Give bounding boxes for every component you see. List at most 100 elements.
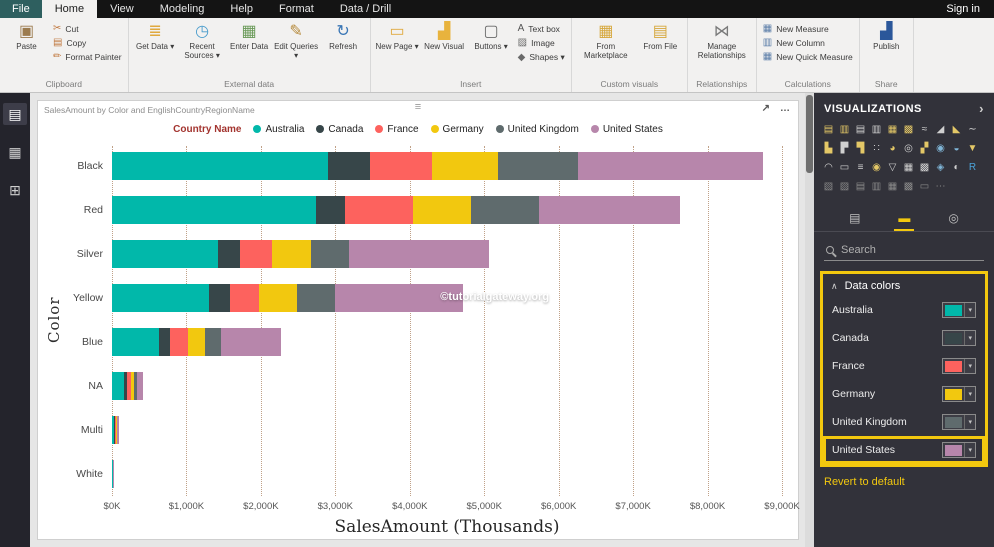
bar-multi[interactable] xyxy=(112,416,782,444)
bar-segment-canada[interactable] xyxy=(218,240,241,268)
enter-data-button[interactable]: ▦ Enter Data xyxy=(226,20,273,53)
swatch-dropdown-icon[interactable]: ▾ xyxy=(964,359,975,373)
swatch-dropdown-icon[interactable]: ▾ xyxy=(964,415,975,429)
bar-segment-france[interactable] xyxy=(170,328,188,356)
color-swatch-united-kingdom[interactable]: ▾ xyxy=(942,414,976,430)
bar-segment-australia[interactable] xyxy=(112,328,159,356)
bar-segment-france[interactable] xyxy=(345,196,413,224)
swatch-dropdown-icon[interactable]: ▾ xyxy=(964,331,975,345)
r-script-visual-icon[interactable]: R xyxy=(966,160,979,174)
shapes-button[interactable]: ◆ Shapes ▾ xyxy=(518,52,565,63)
bar-black[interactable] xyxy=(112,152,782,180)
sign-in-link[interactable]: Sign in xyxy=(932,0,994,18)
funnel-icon[interactable]: ▼ xyxy=(966,141,979,155)
legend-item-united-states[interactable]: United States xyxy=(590,124,663,135)
bar-segment-united-states[interactable] xyxy=(137,372,144,400)
tab-help[interactable]: Help xyxy=(217,0,266,18)
filled-map-icon[interactable]: ◒ xyxy=(950,141,963,155)
legend-item-united-kingdom[interactable]: United Kingdom xyxy=(495,124,579,135)
refresh-button[interactable]: ↻ Refresh xyxy=(320,20,367,53)
bar-segment-united-kingdom[interactable] xyxy=(470,196,540,224)
bar-segment-canada[interactable] xyxy=(208,284,231,312)
table-icon[interactable]: ▦ xyxy=(902,160,915,174)
bar-segment-australia[interactable] xyxy=(112,240,219,268)
bar-segment-united-states[interactable] xyxy=(117,416,119,444)
line-and-clustered-column-chart-icon[interactable]: ▛ xyxy=(838,141,851,155)
bar-segment-germany[interactable] xyxy=(272,240,311,268)
publish-button[interactable]: ▟ Publish xyxy=(863,20,910,53)
area-chart-icon[interactable]: ◢ xyxy=(934,122,947,136)
swatch-dropdown-icon[interactable]: ▾ xyxy=(964,387,975,401)
bar-segment-france[interactable] xyxy=(370,152,433,180)
format-tab[interactable]: ▬ xyxy=(894,209,915,231)
swatch-dropdown-icon[interactable]: ▾ xyxy=(964,443,975,457)
line-and-stacked-column-chart-icon[interactable]: ▙ xyxy=(822,141,835,155)
bar-segment-australia[interactable] xyxy=(112,152,328,180)
collapse-panel-icon[interactable]: › xyxy=(979,101,984,116)
copy-button[interactable]: ▤ Copy xyxy=(53,38,122,49)
get-more-visuals-icon[interactable]: ⋯ xyxy=(934,179,947,193)
from-marketplace-button[interactable]: ▦ From Marketplace xyxy=(575,20,637,62)
bar-blue[interactable] xyxy=(112,328,782,356)
tab-modeling[interactable]: Modeling xyxy=(147,0,218,18)
stacked-bar-chart-icon[interactable]: ▤ xyxy=(822,122,835,136)
revert-to-default-link[interactable]: Revert to default xyxy=(814,467,994,497)
matrix-icon[interactable]: ▩ xyxy=(918,160,931,174)
bar-segment-united-states[interactable] xyxy=(220,328,281,356)
custom-visual-1-icon[interactable]: ▧ xyxy=(822,179,835,193)
legend-item-australia[interactable]: Australia xyxy=(253,124,304,135)
recent-sources-button[interactable]: ◷ Recent Sources ▾ xyxy=(179,20,226,62)
bar-segment-canada[interactable] xyxy=(158,328,171,356)
custom-visual-4-icon[interactable]: ▥ xyxy=(870,179,883,193)
tab-data-drill[interactable]: Data / Drill xyxy=(327,0,404,18)
data-view-icon[interactable]: ▦ xyxy=(3,141,27,163)
color-swatch-united-states[interactable]: ▾ xyxy=(942,442,976,458)
image-button[interactable]: ▨ Image xyxy=(518,38,565,49)
multi-row-card-icon[interactable]: ≡ xyxy=(854,160,867,174)
bar-segment-australia[interactable] xyxy=(112,284,209,312)
tab-file[interactable]: File xyxy=(0,0,42,18)
bar-segment-australia[interactable] xyxy=(112,196,316,224)
clustered-column-chart-icon[interactable]: ▥ xyxy=(870,122,883,136)
ribbon-chart-icon[interactable]: ∼ xyxy=(966,122,979,136)
100-stacked-column-chart-icon[interactable]: ▩ xyxy=(902,122,915,136)
focus-mode-icon[interactable]: ↗ xyxy=(762,103,770,114)
custom-visual-6-icon[interactable]: ▩ xyxy=(902,179,915,193)
slicer-icon[interactable]: ▽ xyxy=(886,160,899,174)
gauge-icon[interactable]: ◠ xyxy=(822,160,835,174)
bar-red[interactable] xyxy=(112,196,782,224)
legend-item-france[interactable]: France xyxy=(375,124,419,135)
color-swatch-canada[interactable]: ▾ xyxy=(942,330,976,346)
format-painter-button[interactable]: ✏ Format Painter xyxy=(53,52,122,63)
data-colors-header[interactable]: ∧ Data colors xyxy=(823,274,985,296)
get-data-button[interactable]: ≣ Get Data ▾ xyxy=(132,20,179,53)
new-column-button[interactable]: ▥ New Column xyxy=(763,38,853,49)
bar-segment-germany[interactable] xyxy=(432,152,498,180)
100-stacked-bar-chart-icon[interactable]: ▦ xyxy=(886,122,899,136)
custom-visual-7-icon[interactable]: ▭ xyxy=(918,179,931,193)
buttons-button[interactable]: ▢ Buttons ▾ xyxy=(468,20,515,53)
bar-segment-united-kingdom[interactable] xyxy=(205,328,221,356)
custom-visual-2-icon[interactable]: ▨ xyxy=(838,179,851,193)
manage-relationships-button[interactable]: ⋈ Manage Relationships xyxy=(691,20,753,62)
edit-queries-button[interactable]: ✎ Edit Queries ▾ xyxy=(273,20,320,62)
bar-segment-germany[interactable] xyxy=(412,196,471,224)
stacked-column-chart-icon[interactable]: ▥ xyxy=(838,122,851,136)
bar-segment-germany[interactable] xyxy=(259,284,297,312)
shape-map-icon[interactable]: ◐ xyxy=(950,160,963,174)
pie-chart-icon[interactable]: ◕ xyxy=(886,141,899,155)
bar-segment-united-states[interactable] xyxy=(577,152,763,180)
new-page-button[interactable]: ▭ New Page ▾ xyxy=(374,20,421,53)
scrollbar-thumb[interactable] xyxy=(806,95,813,173)
bar-segment-united-kingdom[interactable] xyxy=(310,240,350,268)
search-box[interactable] xyxy=(824,241,984,261)
paste-button[interactable]: ▣ Paste xyxy=(3,20,50,53)
arcgis-map-icon[interactable]: ◈ xyxy=(934,160,947,174)
map-icon[interactable]: ◉ xyxy=(934,141,947,155)
fields-tab[interactable]: ▤ xyxy=(845,209,864,231)
treemap-icon[interactable]: ▞ xyxy=(918,141,931,155)
clustered-bar-chart-icon[interactable]: ▤ xyxy=(854,122,867,136)
color-swatch-germany[interactable]: ▾ xyxy=(942,386,976,402)
new-visual-button[interactable]: ▟ New Visual xyxy=(421,20,468,53)
report-view-icon[interactable]: ▤ xyxy=(3,103,27,125)
